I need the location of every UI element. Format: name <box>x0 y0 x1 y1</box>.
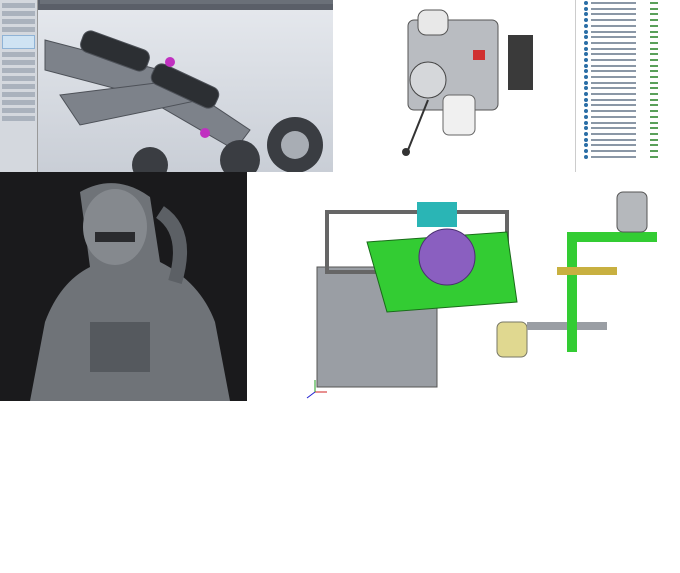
status-icon <box>650 58 658 61</box>
cad-machine-render <box>247 172 680 573</box>
part-icon <box>584 92 588 97</box>
status-icon <box>650 64 658 67</box>
status-icon <box>650 93 658 96</box>
tree-item[interactable] <box>584 103 680 108</box>
part-icon <box>584 57 588 62</box>
suspension-model <box>40 0 333 172</box>
armor-bust-model <box>30 183 230 401</box>
tree-item[interactable] <box>584 120 680 125</box>
status-icon <box>650 121 658 124</box>
status-icon <box>650 127 658 130</box>
tree-item[interactable] <box>584 74 680 80</box>
part-icon <box>584 69 588 74</box>
part-icon <box>584 143 588 148</box>
status-icon <box>650 132 658 135</box>
status-icon <box>650 87 658 90</box>
tree-item[interactable] <box>584 86 680 91</box>
part-icon <box>584 1 588 6</box>
tree-item[interactable] <box>584 114 680 119</box>
tree-item[interactable] <box>584 35 680 40</box>
tree-item[interactable] <box>584 131 680 136</box>
part-icon <box>584 29 588 34</box>
part-icon <box>584 120 588 125</box>
tree-item[interactable] <box>584 126 680 131</box>
part-icon <box>584 46 588 51</box>
part-icon <box>584 80 588 85</box>
part-icon <box>584 40 588 45</box>
tree-item[interactable] <box>584 57 680 62</box>
tree-item[interactable] <box>584 154 680 159</box>
status-icon <box>650 13 658 16</box>
cad-gearbox-screenshot <box>333 0 680 172</box>
part-icon <box>584 148 588 153</box>
tree-item[interactable] <box>584 109 680 114</box>
status-icon <box>650 30 658 33</box>
tree-item[interactable] <box>584 18 680 23</box>
gearbox-model <box>402 9 533 156</box>
status-icon <box>650 115 658 118</box>
part-icon <box>584 114 588 119</box>
armor-sculpt-render <box>0 172 247 401</box>
part-icon <box>584 23 588 28</box>
part-icon <box>584 103 588 108</box>
status-icon <box>650 149 658 152</box>
tree-item[interactable] <box>584 1 680 6</box>
part-icon <box>584 126 588 131</box>
tree-item[interactable] <box>584 63 680 68</box>
status-icon <box>650 155 658 158</box>
status-icon <box>650 98 658 101</box>
tree-item[interactable] <box>584 29 680 34</box>
status-icon <box>650 104 658 107</box>
part-icon <box>584 109 588 114</box>
tree-item[interactable] <box>584 6 680 11</box>
status-icon <box>650 41 658 44</box>
status-icon <box>650 70 658 73</box>
part-icon <box>584 75 588 80</box>
status-icon <box>650 144 658 147</box>
tree-item[interactable] <box>584 52 680 57</box>
feature-tree[interactable] <box>575 0 680 172</box>
status-icon <box>650 24 658 27</box>
status-icon <box>650 7 658 10</box>
part-icon <box>584 137 588 142</box>
part-icon <box>584 52 588 57</box>
tree-item[interactable] <box>584 46 680 51</box>
status-icon <box>650 2 658 5</box>
part-icon <box>584 131 588 136</box>
status-icon <box>650 47 658 50</box>
tree-item[interactable] <box>584 80 680 85</box>
status-icon <box>650 138 658 141</box>
status-icon <box>650 36 658 39</box>
tree-item[interactable] <box>584 137 680 142</box>
tree-item[interactable] <box>584 23 680 28</box>
tree-item[interactable] <box>584 12 680 17</box>
status-icon <box>650 81 658 84</box>
status-icon <box>650 110 658 113</box>
tree-item[interactable] <box>584 92 680 97</box>
part-icon <box>584 6 588 11</box>
part-icon <box>584 154 588 159</box>
part-icon <box>584 97 588 102</box>
tree-item[interactable] <box>584 143 680 148</box>
part-icon <box>584 86 588 91</box>
status-icon <box>650 53 658 56</box>
part-icon <box>584 35 588 40</box>
part-icon <box>584 18 588 23</box>
tree-item[interactable] <box>584 40 680 45</box>
part-icon <box>584 63 588 68</box>
status-icon <box>650 19 658 22</box>
cad-suspension-screenshot <box>0 0 333 172</box>
machine-assembly-model <box>306 191 657 399</box>
tree-item[interactable] <box>584 69 680 74</box>
part-icon <box>584 12 588 17</box>
status-icon <box>650 76 658 79</box>
tree-item[interactable] <box>584 148 680 153</box>
tree-item[interactable] <box>584 97 680 102</box>
